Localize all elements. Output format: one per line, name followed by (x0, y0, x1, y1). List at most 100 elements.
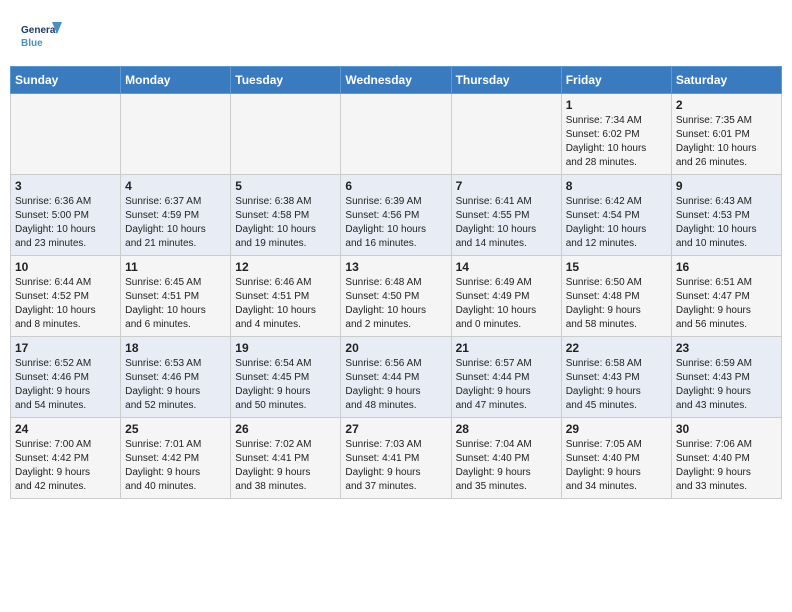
day-info: Sunrise: 6:41 AM Sunset: 4:55 PM Dayligh… (456, 195, 557, 251)
calendar-day-cell: 6 Sunrise: 6:39 AM Sunset: 4:56 PM Daylig… (341, 175, 451, 256)
calendar-day-cell: 9Sunrise: 6:43 AM Sunset: 4:53 PM Daylig… (671, 175, 781, 256)
day-info: Sunrise: 6:54 AM Sunset: 4:45 PM Dayligh… (235, 357, 336, 413)
calendar-body: 1 Sunrise: 7:34 AM Sunset: 6:02 PM Daylig… (11, 94, 782, 499)
calendar-table: SundayMondayTuesdayWednesdayThursdayFrid… (10, 66, 782, 499)
day-number: 15 (566, 260, 667, 274)
day-number: 20 (345, 341, 446, 355)
calendar-day-cell: 22 Sunrise: 6:58 AM Sunset: 4:43 PM Dayli… (561, 337, 671, 418)
calendar-week-row: 24 Sunrise: 7:00 AM Sunset: 4:42 PM Dayli… (11, 418, 782, 499)
day-info: Sunrise: 6:45 AM Sunset: 4:51 PM Dayligh… (125, 276, 226, 332)
calendar-day-cell: 18 Sunrise: 6:53 AM Sunset: 4:46 PM Dayli… (121, 337, 231, 418)
day-info: Sunrise: 6:57 AM Sunset: 4:44 PM Dayligh… (456, 357, 557, 413)
logo: General Blue (20, 16, 62, 58)
day-number: 23 (676, 341, 777, 355)
weekday-header: Tuesday (231, 67, 341, 94)
calendar-day-cell: 1 Sunrise: 7:34 AM Sunset: 6:02 PM Daylig… (561, 94, 671, 175)
calendar-week-row: 17 Sunrise: 6:52 AM Sunset: 4:46 PM Dayli… (11, 337, 782, 418)
day-number: 24 (15, 422, 116, 436)
day-number: 10 (15, 260, 116, 274)
calendar-day-cell: 14Sunrise: 6:49 AM Sunset: 4:49 PM Dayli… (451, 256, 561, 337)
day-info: Sunrise: 6:44 AM Sunset: 4:52 PM Dayligh… (15, 276, 116, 332)
day-info: Sunrise: 6:52 AM Sunset: 4:46 PM Dayligh… (15, 357, 116, 413)
calendar-day-cell: 20 Sunrise: 6:56 AM Sunset: 4:44 PM Dayli… (341, 337, 451, 418)
calendar-day-cell: 21 Sunrise: 6:57 AM Sunset: 4:44 PM Dayli… (451, 337, 561, 418)
calendar-day-cell: 23 Sunrise: 6:59 AM Sunset: 4:43 PM Dayli… (671, 337, 781, 418)
day-info: Sunrise: 6:48 AM Sunset: 4:50 PM Dayligh… (345, 276, 446, 332)
calendar-day-cell (341, 94, 451, 175)
calendar-day-cell: 29 Sunrise: 7:05 AM Sunset: 4:40 PM Dayli… (561, 418, 671, 499)
page-header: General Blue (0, 0, 792, 66)
day-info: Sunrise: 7:34 AM Sunset: 6:02 PM Dayligh… (566, 114, 667, 170)
day-number: 8 (566, 179, 667, 193)
calendar-day-cell (121, 94, 231, 175)
day-info: Sunrise: 6:39 AM Sunset: 4:56 PM Dayligh… (345, 195, 446, 251)
day-number: 21 (456, 341, 557, 355)
day-info: Sunrise: 6:42 AM Sunset: 4:54 PM Dayligh… (566, 195, 667, 251)
day-number: 28 (456, 422, 557, 436)
calendar-day-cell: 12 Sunrise: 6:46 AM Sunset: 4:51 PM Dayli… (231, 256, 341, 337)
calendar-week-row: 10 Sunrise: 6:44 AM Sunset: 4:52 PM Dayli… (11, 256, 782, 337)
day-info: Sunrise: 6:37 AM Sunset: 4:59 PM Dayligh… (125, 195, 226, 251)
weekday-header: Wednesday (341, 67, 451, 94)
calendar-day-cell (451, 94, 561, 175)
day-number: 25 (125, 422, 226, 436)
calendar-day-cell: 7 Sunrise: 6:41 AM Sunset: 4:55 PM Daylig… (451, 175, 561, 256)
day-info: Sunrise: 6:56 AM Sunset: 4:44 PM Dayligh… (345, 357, 446, 413)
day-number: 1 (566, 98, 667, 112)
calendar-day-cell: 16Sunrise: 6:51 AM Sunset: 4:47 PM Dayli… (671, 256, 781, 337)
day-info: Sunrise: 7:00 AM Sunset: 4:42 PM Dayligh… (15, 438, 116, 494)
day-info: Sunrise: 7:02 AM Sunset: 4:41 PM Dayligh… (235, 438, 336, 494)
day-number: 27 (345, 422, 446, 436)
weekday-header: Saturday (671, 67, 781, 94)
calendar-day-cell (231, 94, 341, 175)
day-number: 16 (676, 260, 777, 274)
weekday-header: Thursday (451, 67, 561, 94)
day-number: 30 (676, 422, 777, 436)
day-number: 13 (345, 260, 446, 274)
weekday-header: Sunday (11, 67, 121, 94)
calendar-week-row: 1 Sunrise: 7:34 AM Sunset: 6:02 PM Daylig… (11, 94, 782, 175)
calendar-day-cell: 26Sunrise: 7:02 AM Sunset: 4:41 PM Dayli… (231, 418, 341, 499)
weekday-header: Monday (121, 67, 231, 94)
day-info: Sunrise: 6:53 AM Sunset: 4:46 PM Dayligh… (125, 357, 226, 413)
calendar-day-cell: 4 Sunrise: 6:37 AM Sunset: 4:59 PM Daylig… (121, 175, 231, 256)
calendar-day-cell: 5Sunrise: 6:38 AM Sunset: 4:58 PM Daylig… (231, 175, 341, 256)
day-info: Sunrise: 6:58 AM Sunset: 4:43 PM Dayligh… (566, 357, 667, 413)
weekday-header: Friday (561, 67, 671, 94)
calendar-day-cell: 11 Sunrise: 6:45 AM Sunset: 4:51 PM Dayli… (121, 256, 231, 337)
day-info: Sunrise: 6:59 AM Sunset: 4:43 PM Dayligh… (676, 357, 777, 413)
day-number: 2 (676, 98, 777, 112)
day-number: 4 (125, 179, 226, 193)
day-number: 12 (235, 260, 336, 274)
day-number: 22 (566, 341, 667, 355)
day-number: 18 (125, 341, 226, 355)
day-info: Sunrise: 7:06 AM Sunset: 4:40 PM Dayligh… (676, 438, 777, 494)
calendar-header: SundayMondayTuesdayWednesdayThursdayFrid… (11, 67, 782, 94)
day-info: Sunrise: 6:43 AM Sunset: 4:53 PM Dayligh… (676, 195, 777, 251)
calendar-day-cell: 15 Sunrise: 6:50 AM Sunset: 4:48 PM Dayli… (561, 256, 671, 337)
logo-svg: General Blue (20, 16, 62, 58)
day-number: 29 (566, 422, 667, 436)
calendar-week-row: 3Sunrise: 6:36 AM Sunset: 5:00 PM Daylig… (11, 175, 782, 256)
day-number: 19 (235, 341, 336, 355)
day-info: Sunrise: 7:05 AM Sunset: 4:40 PM Dayligh… (566, 438, 667, 494)
day-number: 6 (345, 179, 446, 193)
day-number: 14 (456, 260, 557, 274)
day-number: 3 (15, 179, 116, 193)
day-info: Sunrise: 7:03 AM Sunset: 4:41 PM Dayligh… (345, 438, 446, 494)
day-info: Sunrise: 6:46 AM Sunset: 4:51 PM Dayligh… (235, 276, 336, 332)
day-info: Sunrise: 7:01 AM Sunset: 4:42 PM Dayligh… (125, 438, 226, 494)
calendar-day-cell: 10 Sunrise: 6:44 AM Sunset: 4:52 PM Dayli… (11, 256, 121, 337)
calendar-day-cell: 24 Sunrise: 7:00 AM Sunset: 4:42 PM Dayli… (11, 418, 121, 499)
calendar-day-cell: 28Sunrise: 7:04 AM Sunset: 4:40 PM Dayli… (451, 418, 561, 499)
calendar-day-cell: 30 Sunrise: 7:06 AM Sunset: 4:40 PM Dayli… (671, 418, 781, 499)
day-number: 11 (125, 260, 226, 274)
calendar-day-cell: 13 Sunrise: 6:48 AM Sunset: 4:50 PM Dayli… (341, 256, 451, 337)
svg-text:General: General (21, 25, 58, 36)
calendar-day-cell: 27 Sunrise: 7:03 AM Sunset: 4:41 PM Dayli… (341, 418, 451, 499)
day-number: 7 (456, 179, 557, 193)
day-number: 17 (15, 341, 116, 355)
day-info: Sunrise: 6:50 AM Sunset: 4:48 PM Dayligh… (566, 276, 667, 332)
calendar-day-cell (11, 94, 121, 175)
calendar-day-cell: 25 Sunrise: 7:01 AM Sunset: 4:42 PM Dayli… (121, 418, 231, 499)
